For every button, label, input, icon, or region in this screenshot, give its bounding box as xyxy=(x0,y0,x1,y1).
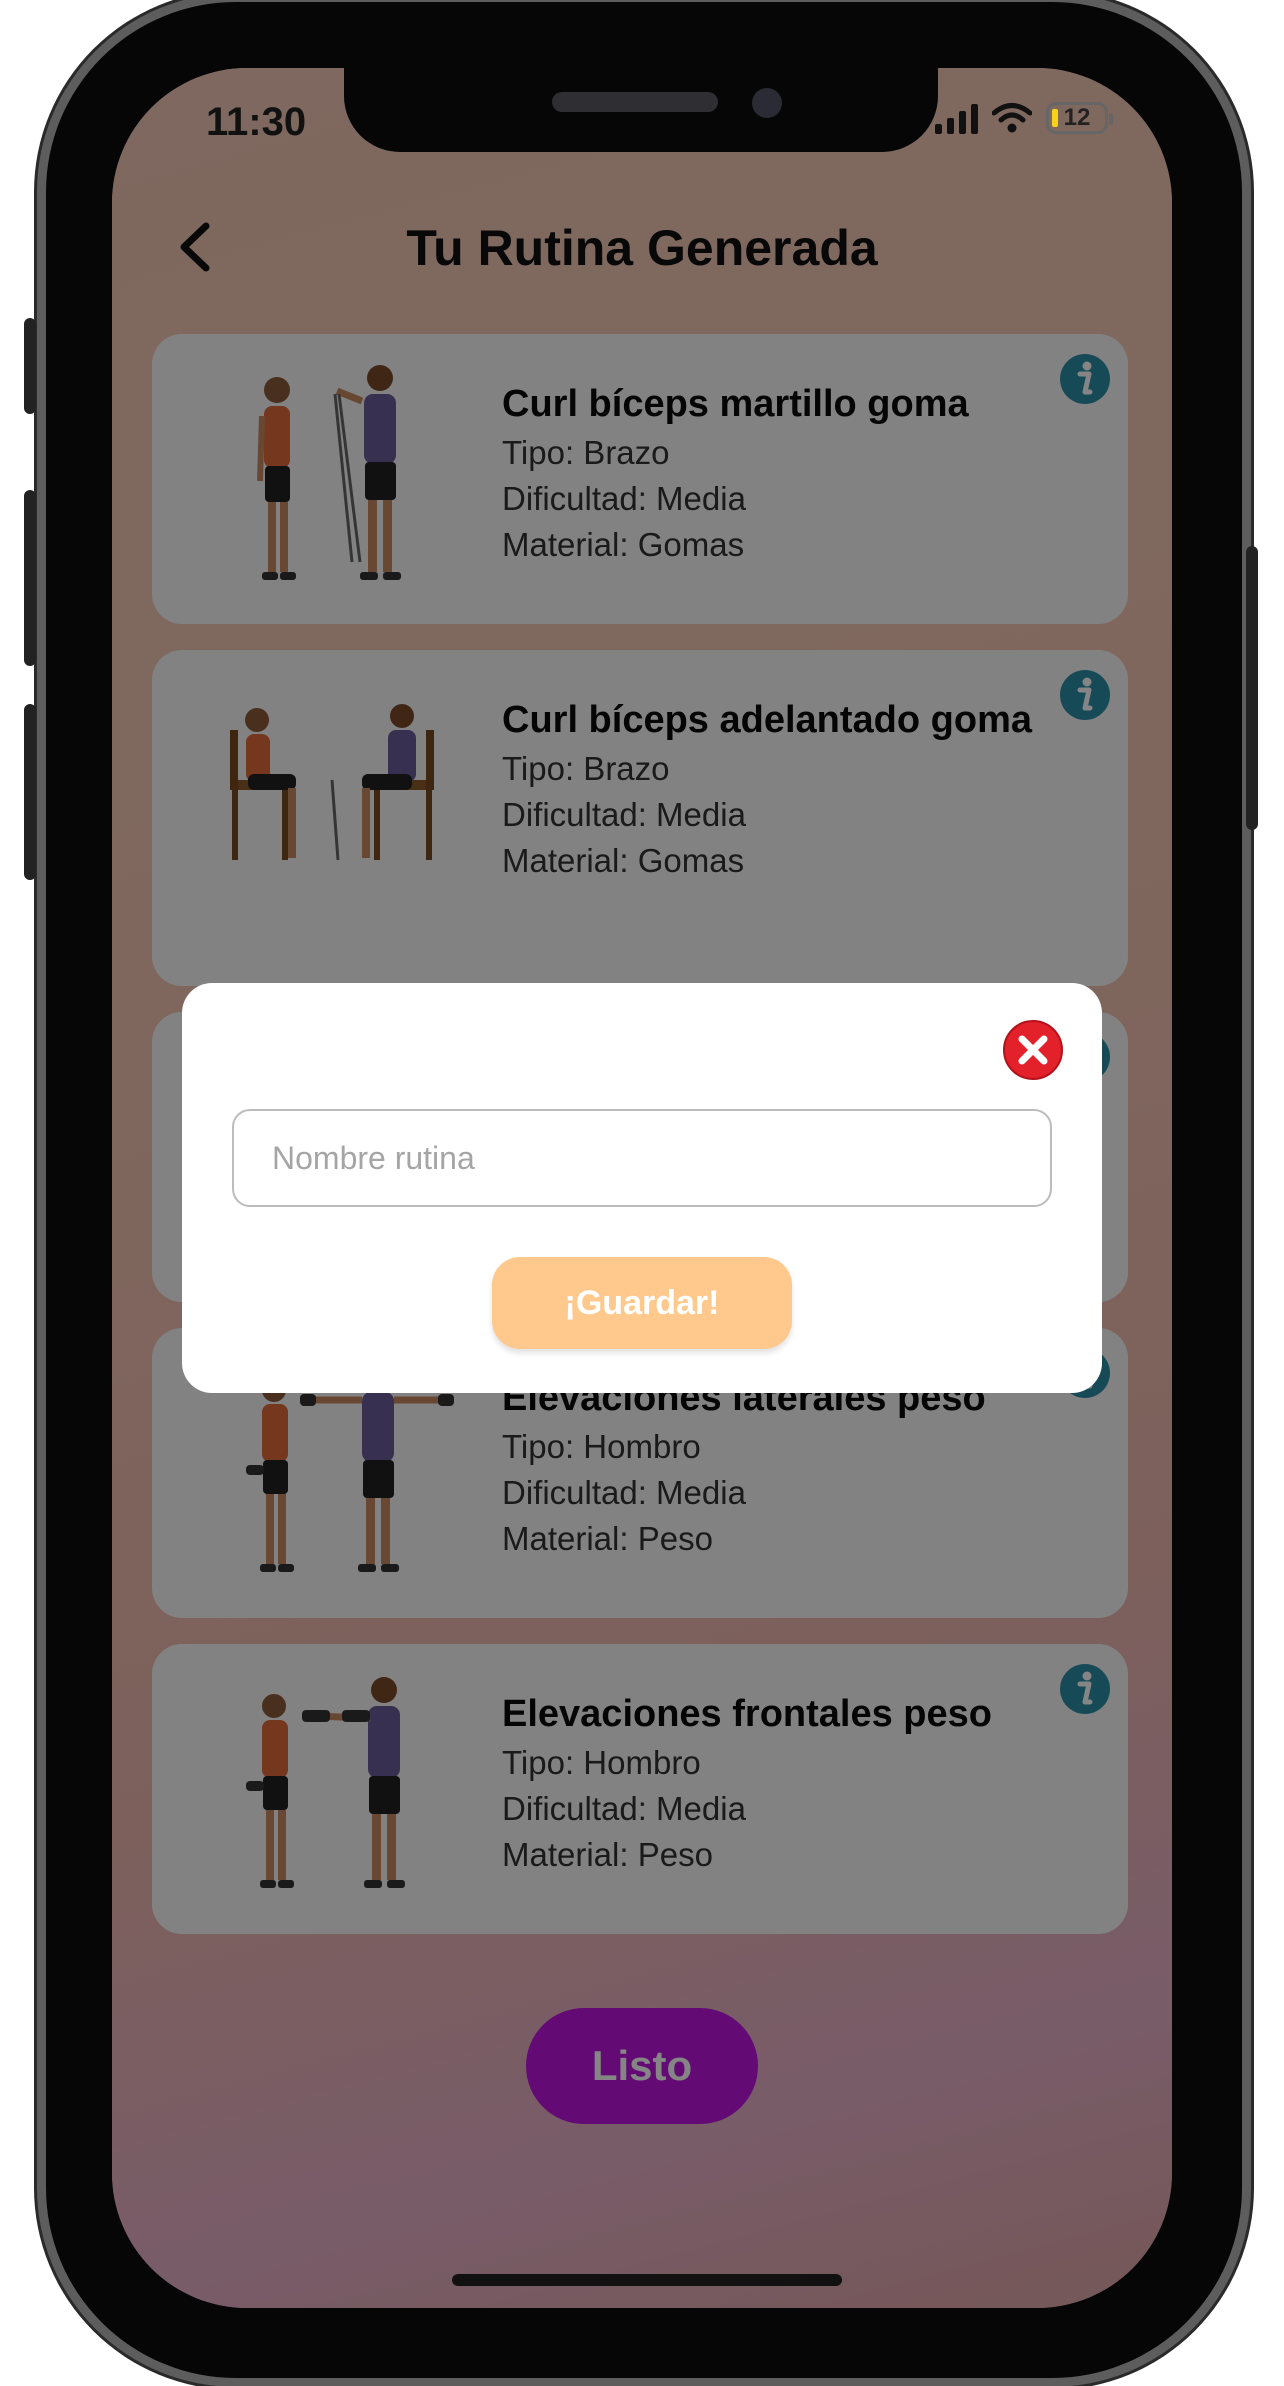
action-button xyxy=(24,318,36,414)
volume-up-button xyxy=(24,490,36,666)
signal-icon xyxy=(935,102,978,134)
status-time: 11:30 xyxy=(206,100,307,144)
close-icon[interactable] xyxy=(1002,1019,1064,1081)
status-indicators: 12 xyxy=(935,102,1113,134)
save-button[interactable]: ¡Guardar! xyxy=(492,1257,792,1349)
app-screen: 11:30 12 Tu Rutina Generada Curl bíceps … xyxy=(112,68,1172,2308)
battery-icon: 12 xyxy=(1046,102,1113,134)
wifi-icon xyxy=(992,103,1032,133)
volume-down-button xyxy=(24,704,36,880)
power-button xyxy=(1246,546,1258,830)
front-camera xyxy=(752,88,782,118)
routine-name-input[interactable] xyxy=(232,1109,1052,1207)
save-routine-dialog: ¡Guardar! xyxy=(182,983,1102,1393)
speaker xyxy=(552,92,718,112)
home-indicator[interactable] xyxy=(452,2274,842,2286)
notch xyxy=(344,68,938,152)
